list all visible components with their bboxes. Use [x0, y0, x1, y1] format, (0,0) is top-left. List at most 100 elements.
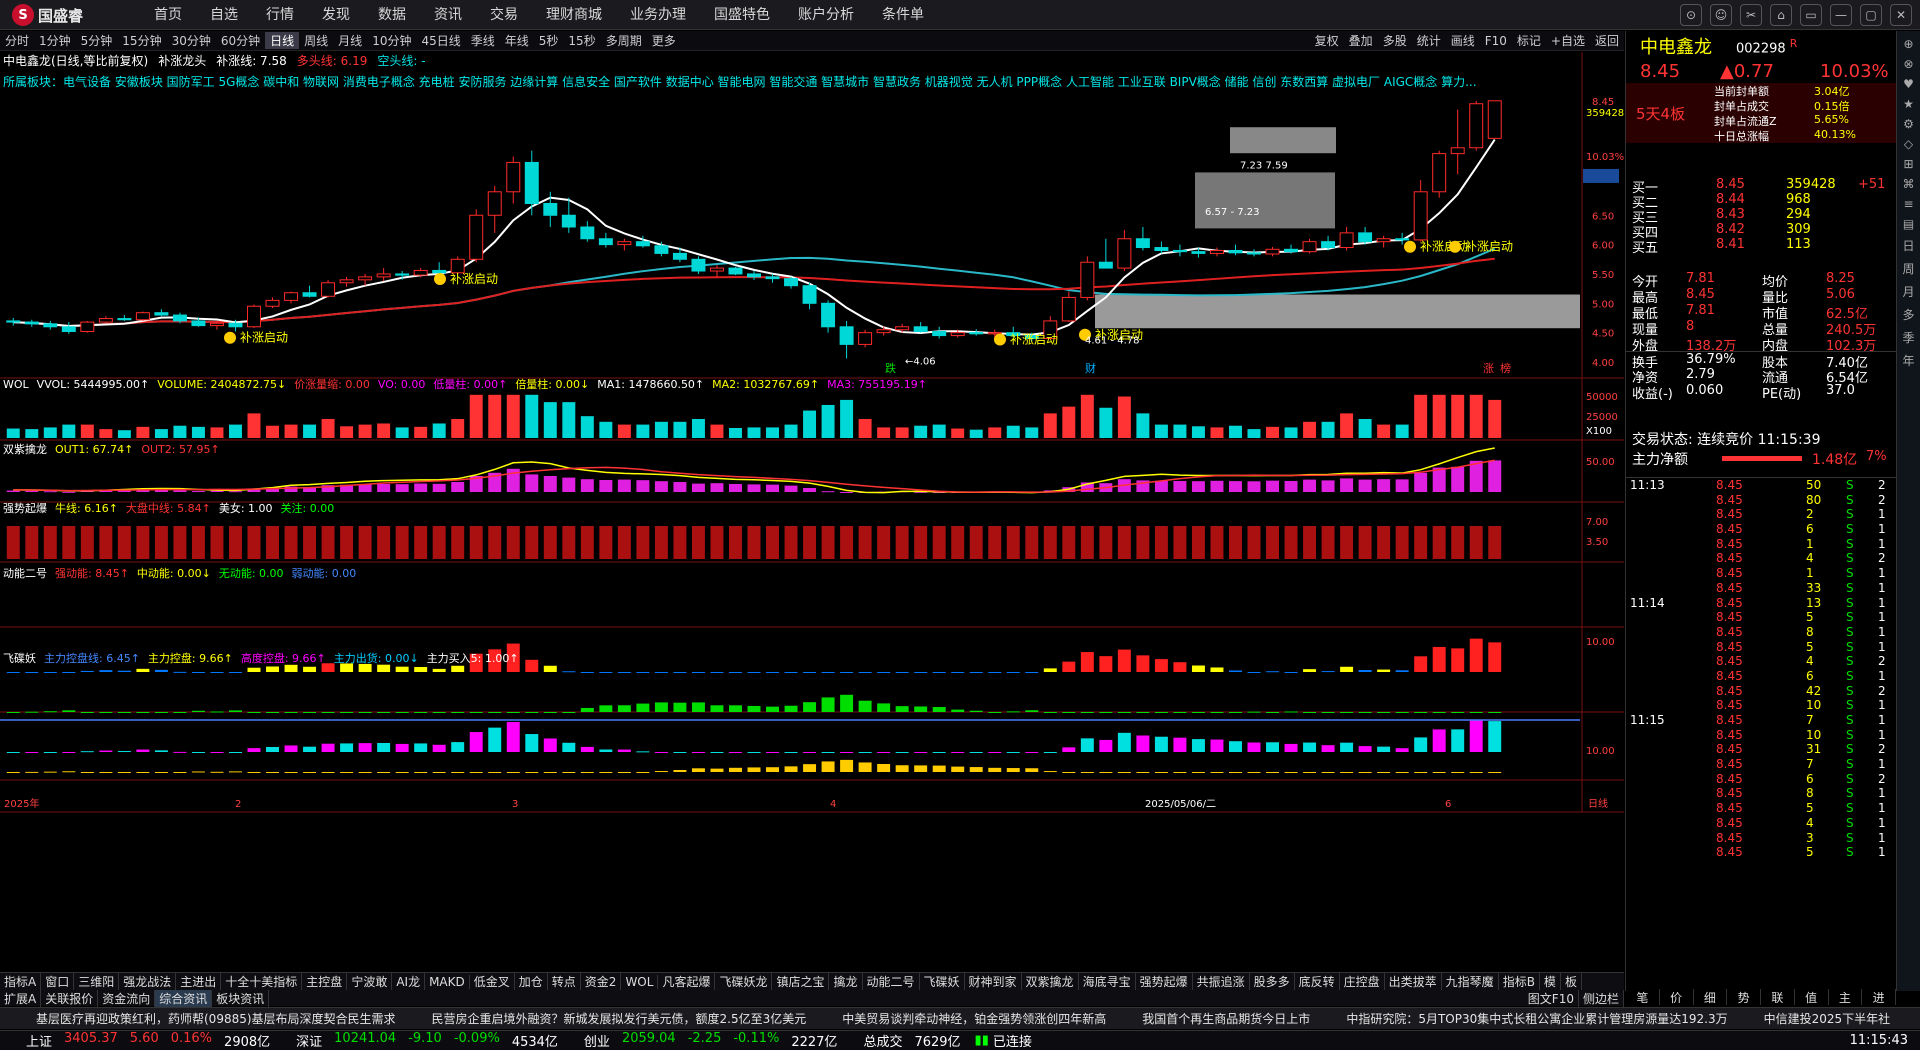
- extension-right-tab[interactable]: 侧边栏: [1579, 989, 1624, 1007]
- menu-item[interactable]: 数据: [364, 0, 420, 30]
- period-tab[interactable]: 60分钟: [216, 32, 265, 49]
- sidebar-icon[interactable]: ⌘: [1897, 177, 1920, 191]
- indicator-tab[interactable]: 共振追涨: [1193, 973, 1250, 990]
- indicator-tab[interactable]: MAKD: [425, 974, 470, 989]
- sidebar-icon[interactable]: 周: [1897, 260, 1920, 277]
- index-sz[interactable]: 深证 10241.04 -9.10 -0.09% 4534亿: [296, 1031, 558, 1050]
- indicator-tab[interactable]: 强势起爆: [1136, 973, 1193, 990]
- detail-tab[interactable]: 笔: [1626, 989, 1660, 1005]
- menu-item[interactable]: 业务办理: [616, 0, 700, 30]
- indicator-tab[interactable]: 动能二号: [863, 973, 920, 990]
- period-tab[interactable]: 月线: [333, 32, 367, 49]
- menu-item[interactable]: 条件单: [868, 0, 938, 30]
- bid-row[interactable]: 买一 8.45 359428 +51: [1626, 177, 1896, 196]
- news-item[interactable]: 中指研究院：5月TOP30集中式长租公寓企业累计管理房源量达192.3万: [1346, 1010, 1727, 1027]
- period-tab[interactable]: 分时: [0, 32, 34, 49]
- window-control-icon[interactable]: ▭: [1800, 4, 1822, 26]
- indicator-tab[interactable]: 凡客起爆: [658, 973, 716, 990]
- period-tab[interactable]: 1分钟: [34, 32, 76, 49]
- chart-tool-button[interactable]: 统计: [1412, 31, 1446, 51]
- period-tab[interactable]: 5秒: [534, 32, 564, 49]
- indicator-tab[interactable]: 模: [1540, 973, 1561, 990]
- chart-tool-button[interactable]: F10: [1480, 31, 1512, 51]
- sidebar-icon[interactable]: ♥: [1897, 77, 1920, 91]
- menu-item[interactable]: 行情: [252, 0, 308, 30]
- sidebar-icon[interactable]: 日: [1897, 237, 1920, 254]
- sidebar-icon[interactable]: ▤: [1897, 217, 1920, 231]
- menu-item[interactable]: 资讯: [420, 0, 476, 30]
- sidebar-icon[interactable]: ⊗: [1897, 57, 1920, 71]
- chart-tool-button[interactable]: 返回: [1590, 31, 1624, 51]
- indicator-tab[interactable]: 资金2: [581, 973, 622, 990]
- news-item[interactable]: 中美贸易谈判牵动神经，铂金强势领涨创四年新高: [842, 1010, 1106, 1027]
- window-control-icon[interactable]: ⊙: [1680, 4, 1702, 26]
- indicator-tab[interactable]: 擒龙: [829, 973, 863, 990]
- period-tab[interactable]: 10分钟: [367, 32, 416, 49]
- bid-row[interactable]: 买三 8.43 294: [1626, 207, 1896, 226]
- period-tab[interactable]: 30分钟: [167, 32, 216, 49]
- window-control-icon[interactable]: ☺: [1710, 4, 1732, 26]
- indicator-tab[interactable]: 飞碟妖龙: [715, 973, 773, 990]
- chart-tool-button[interactable]: 复权: [1310, 31, 1344, 51]
- chart-tool-button[interactable]: 标记: [1512, 31, 1546, 51]
- extension-right-tab[interactable]: 图文F10: [1524, 989, 1579, 1007]
- period-tab[interactable]: 季线: [466, 32, 500, 49]
- indicator-tab[interactable]: 指标B: [1499, 973, 1540, 990]
- indicator-tab[interactable]: 十全十美指标: [221, 973, 303, 990]
- news-item[interactable]: 中信建投2025下半年社: [1764, 1010, 1891, 1027]
- sidebar-icon[interactable]: ⊞: [1897, 157, 1920, 171]
- news-item[interactable]: 我国首个再生商品期货今日上市: [1142, 1010, 1310, 1027]
- detail-tab[interactable]: 主: [1829, 989, 1863, 1005]
- chart-tool-button[interactable]: 叠加: [1344, 31, 1378, 51]
- indicator-tab[interactable]: 出类拔萃: [1385, 973, 1442, 990]
- indicator-tab[interactable]: 三维阳: [74, 973, 120, 990]
- menu-item[interactable]: 理财商城: [532, 0, 616, 30]
- indicator-tab[interactable]: 九指琴魔: [1442, 973, 1499, 990]
- indicator-tab[interactable]: 加仓: [515, 973, 548, 990]
- sidebar-icon[interactable]: 多: [1897, 306, 1920, 323]
- menu-item[interactable]: 发现: [308, 0, 364, 30]
- indicator-tab[interactable]: 低金叉: [470, 973, 515, 990]
- sidebar-icon[interactable]: ⊕: [1897, 37, 1920, 51]
- period-tab[interactable]: 更多: [647, 32, 681, 49]
- index-sh[interactable]: 上证 3405.37 5.60 0.16% 2908亿: [26, 1031, 270, 1050]
- indicator-tab[interactable]: 转点: [548, 973, 581, 990]
- period-tab[interactable]: 周线: [299, 32, 333, 49]
- indicator-tab[interactable]: 飞碟妖: [920, 973, 965, 990]
- indicator-tab[interactable]: 主进出: [176, 973, 222, 990]
- window-control-icon[interactable]: ⌂: [1770, 4, 1792, 26]
- bid-row[interactable]: 买二 8.44 968: [1626, 192, 1896, 211]
- indicator-tab[interactable]: 窗口: [41, 973, 75, 990]
- period-tab[interactable]: 日线: [265, 32, 300, 49]
- sidebar-icon[interactable]: ⚙: [1897, 117, 1920, 131]
- app-logo[interactable]: S 国盛睿: [12, 4, 83, 26]
- menu-item[interactable]: 账户分析: [784, 0, 868, 30]
- period-tab[interactable]: 15分钟: [117, 32, 166, 49]
- news-item[interactable]: 民营房企重启境外融资？新城发展拟发行美元债，额度2.5亿至3亿美元: [432, 1010, 807, 1027]
- detail-tab[interactable]: 价: [1660, 989, 1694, 1005]
- menu-item[interactable]: 交易: [476, 0, 532, 30]
- menu-item[interactable]: 自选: [196, 0, 252, 30]
- extension-tab[interactable]: 关联报价: [41, 989, 99, 1007]
- detail-tab[interactable]: 进: [1862, 989, 1896, 1005]
- period-tab[interactable]: 年线: [500, 32, 534, 49]
- window-control-icon[interactable]: —: [1830, 4, 1852, 26]
- window-control-icon[interactable]: ✂: [1740, 4, 1762, 26]
- bid-row[interactable]: 买四 8.42 309: [1626, 222, 1896, 241]
- window-control-icon[interactable]: ✕: [1890, 4, 1912, 26]
- detail-tab[interactable]: 联: [1761, 989, 1795, 1005]
- menu-item[interactable]: 首页: [140, 0, 196, 30]
- indicator-tab[interactable]: 宁波敢: [347, 973, 393, 990]
- detail-tab[interactable]: 值: [1795, 989, 1829, 1005]
- indicator-tab[interactable]: 股多多: [1250, 973, 1295, 990]
- indicator-tab[interactable]: AI龙: [392, 973, 426, 990]
- period-tab[interactable]: 多周期: [601, 32, 647, 49]
- indicator-tab[interactable]: 主控盘: [302, 973, 348, 990]
- indicator-tab[interactable]: 庄控盘: [1340, 973, 1385, 990]
- indicator-tab[interactable]: 海底寻宝: [1079, 973, 1136, 990]
- chart-tool-button[interactable]: 画线: [1446, 31, 1480, 51]
- sidebar-icon[interactable]: 月: [1897, 283, 1920, 300]
- bid-row[interactable]: 买五 8.41 113: [1626, 237, 1896, 256]
- detail-tab[interactable]: 细: [1694, 989, 1728, 1005]
- extension-tab[interactable]: 板块资讯: [212, 989, 270, 1007]
